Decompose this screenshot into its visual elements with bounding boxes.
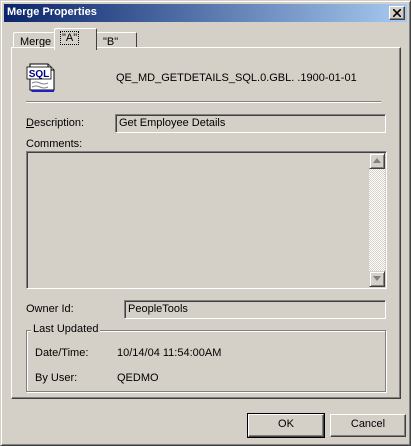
ok-button[interactable]: OK: [247, 413, 325, 438]
sql-document-icon: SQL: [26, 63, 55, 92]
cancel-button[interactable]: Cancel: [330, 414, 406, 437]
comments-label: Comments:: [26, 138, 83, 150]
by-user-value: QEDMO: [117, 372, 159, 384]
sql-icon-text: SQL: [29, 69, 50, 80]
last-updated-legend: Last Updated: [31, 323, 101, 335]
owner-id-label: Owner Id:: [26, 303, 74, 315]
arrow-down-icon: [373, 276, 381, 281]
scroll-down-button[interactable]: [369, 271, 385, 287]
title-bar[interactable]: Merge Properties: [4, 4, 407, 22]
datetime-value: 10/14/04 11:54:00AM: [117, 347, 222, 359]
description-label-text: escription:: [33, 117, 85, 129]
arrow-up-icon: [373, 158, 381, 163]
object-name: QE_MD_GETDETAILS_SQL.0.GBL. .1900-01-01: [116, 72, 357, 84]
description-field[interactable]: Get Employee Details: [115, 114, 386, 133]
owner-id-field[interactable]: PeopleTools: [124, 300, 386, 319]
close-button[interactable]: [389, 6, 405, 20]
window-title: Merge Properties: [7, 6, 97, 18]
datetime-label: Date/Time:: [35, 347, 89, 359]
last-updated-group: [26, 330, 386, 392]
tab-a[interactable]: "A": [54, 28, 97, 50]
by-user-label: By User:: [35, 372, 78, 384]
comments-textarea[interactable]: [26, 151, 387, 289]
tab-label: "A": [59, 31, 80, 45]
close-icon: [393, 9, 401, 17]
comments-scrollbar[interactable]: [369, 153, 385, 287]
merge-properties-dialog: Merge Properties Merge "A" "B" SQL QE_MD…: [0, 0, 411, 446]
description-label: Description:: [26, 117, 85, 129]
scroll-up-button[interactable]: [369, 153, 385, 169]
separator: [26, 101, 381, 103]
